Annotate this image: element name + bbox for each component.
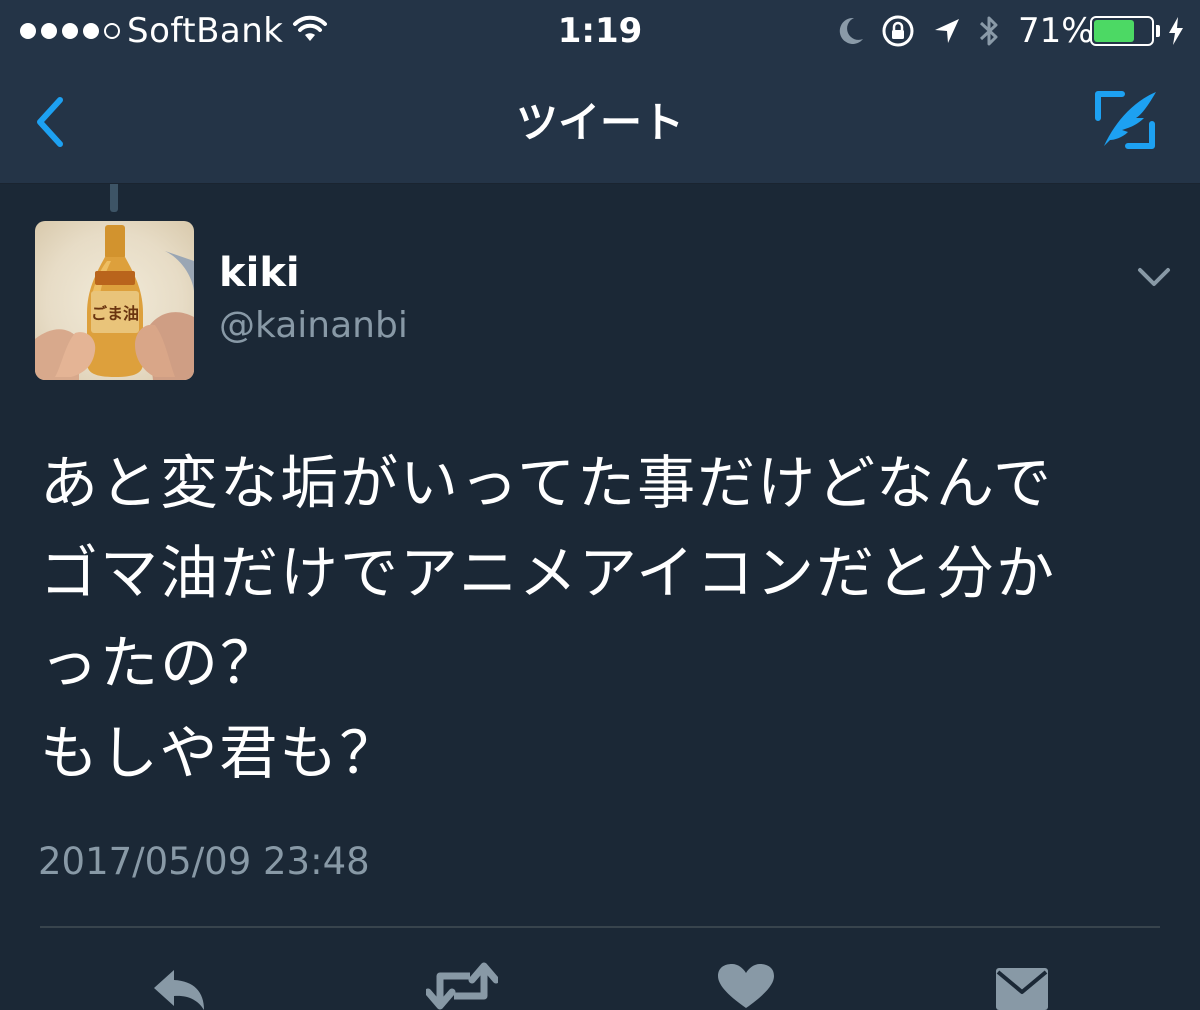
battery-level-fill [1094,20,1134,42]
envelope-icon [996,968,1048,1010]
battery-icon [1090,16,1154,46]
battery-percent: 71% [1018,11,1094,51]
navigation-bar: ツイート [0,62,1200,184]
battery-cap [1156,25,1160,37]
retweet-icon [426,962,498,1010]
tweet-text-line: ったの？ [40,629,281,697]
reply-icon [154,970,204,1010]
more-options-button[interactable] [1134,262,1174,292]
do-not-disturb-moon-icon [839,17,863,44]
tweet-timestamp: 2017/05/09 23:48 [38,840,370,883]
divider [40,926,1160,928]
heart-icon [718,964,774,1008]
direct-message-button[interactable] [994,962,1050,1010]
sesame-oil-bottle-avatar-image: ごま油 [35,225,194,380]
tweet-detail-screen: SoftBank 1:19 71% ツイート ごま油 kiki @kainanb… [0,0,1200,1010]
status-bar: SoftBank 1:19 71% [0,0,1200,62]
location-arrow-icon [935,19,959,43]
retweet-button[interactable] [426,962,498,1010]
author-handle[interactable]: @kainanbi [219,302,408,350]
tweet-text-line: もしや君も？ [40,719,400,787]
tweet-text-line: あと変な垢がいってた事だけどなんで [40,449,1054,517]
author-name[interactable]: kiki [219,247,300,299]
avatar-bottle-label: ごま油 [91,304,139,323]
tweet-text-line: ゴマ油だけでアニメアイコンだと分か [40,539,1056,607]
like-button[interactable] [714,962,778,1010]
avatar[interactable]: ごま油 [35,221,194,380]
charging-bolt-icon [1169,17,1183,45]
bluetooth-icon [979,16,998,46]
compose-button[interactable] [1092,88,1162,154]
page-title: ツイート [515,98,684,147]
compose-quill-icon [1095,91,1156,149]
rotation-lock-icon [882,15,914,47]
reply-button[interactable] [148,962,212,1010]
tweet-text: あと変な垢がいってた事だけどなんで ゴマ油だけでアニメアイコンだと分か ったの？… [40,438,1160,798]
chevron-down-icon [1138,268,1170,286]
thread-connector-line [110,184,118,212]
